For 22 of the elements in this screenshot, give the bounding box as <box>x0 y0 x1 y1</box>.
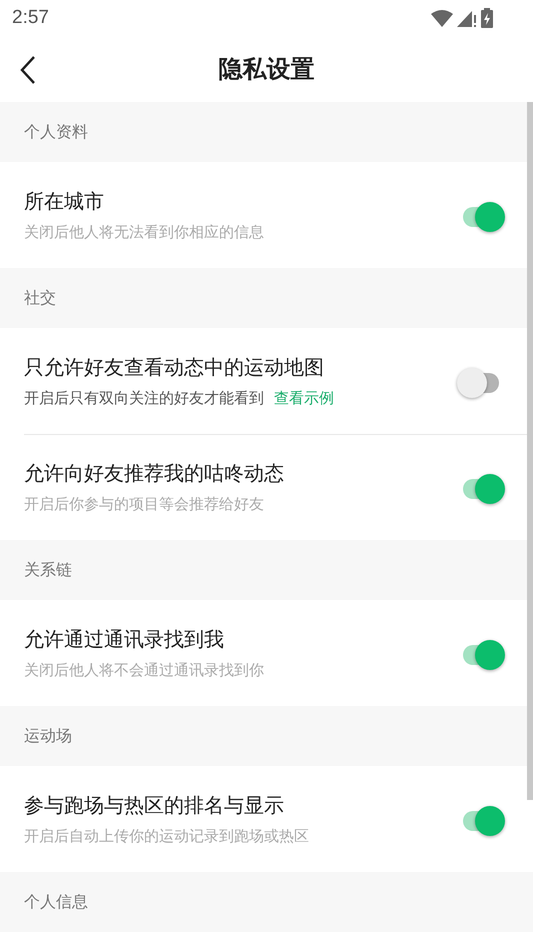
page-title: 隐私设置 <box>218 54 314 85</box>
setting-description: 关闭后他人将不会通过通讯录找到你 <box>24 661 264 680</box>
setting-description: 开启后只有双向关注的好友才能看到 <box>24 389 264 408</box>
setting-description: 关闭后他人将无法看到你相应的信息 <box>24 223 264 242</box>
status-time: 2:57 <box>12 7 49 29</box>
battery-icon <box>481 8 493 28</box>
setting-title: 允许向好友推荐我的咕咚动态 <box>24 460 284 487</box>
section-title: 社交 <box>24 288 56 308</box>
setting-description: 开启后你参与的项目等会推荐给好友 <box>24 495 264 514</box>
back-button[interactable] <box>18 54 38 86</box>
section-title: 运动场 <box>24 726 72 746</box>
wifi-icon <box>431 9 453 27</box>
example-link[interactable]: 查看示例 <box>274 389 334 408</box>
section-title: 个人资料 <box>24 122 88 142</box>
setting-title: 允许通过通讯录找到我 <box>24 626 225 653</box>
setting-title: 参与跑场与热区的排名与显示 <box>24 792 285 819</box>
setting-title: 所在城市 <box>24 188 105 215</box>
signal-icon <box>457 9 477 27</box>
setting-description: 开启后自动上传你的运动记录到跑场或热区 <box>24 827 309 846</box>
setting-title: 只允许好友查看动态中的运动地图 <box>24 354 325 381</box>
section-title: 个人信息 <box>24 892 88 912</box>
section-title: 关系链 <box>24 560 72 580</box>
